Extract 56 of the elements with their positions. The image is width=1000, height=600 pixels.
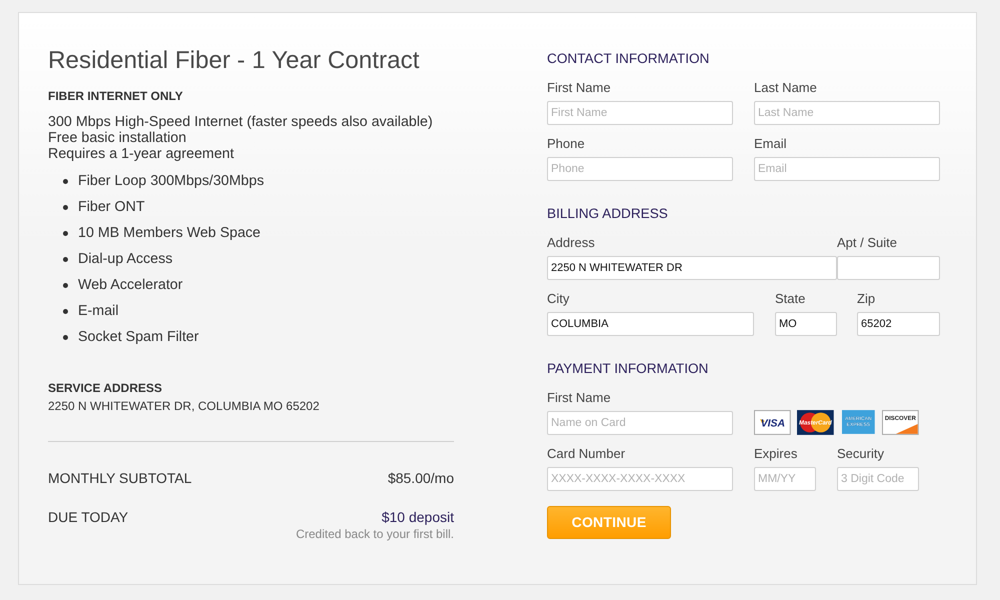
section-heading: CONTACT INFORMATION bbox=[547, 50, 710, 68]
field-label: Phone bbox=[547, 136, 586, 152]
input-field[interactable] bbox=[837, 256, 940, 280]
description-line: Requires a 1-year agreement bbox=[48, 146, 235, 162]
field-label: State bbox=[775, 291, 806, 307]
bullet-icon bbox=[63, 282, 68, 288]
bullet-icon bbox=[63, 178, 68, 184]
input-field[interactable]: Last Name bbox=[754, 101, 940, 125]
description-line: Free basic installation bbox=[48, 130, 188, 146]
field-label: Expires bbox=[754, 446, 798, 462]
field-label: First Name bbox=[547, 80, 612, 96]
field-label: Security bbox=[837, 446, 885, 462]
feature-text: Fiber ONT bbox=[78, 199, 145, 215]
field-label: Zip bbox=[857, 291, 876, 307]
field-label: Email bbox=[754, 136, 788, 152]
total-label: MONTHLY SUBTOTAL bbox=[48, 469, 192, 487]
description-line: 300 Mbps High-Speed Internet (faster speeds also available) bbox=[48, 114, 434, 130]
input-field[interactable]: First Name bbox=[547, 101, 733, 125]
field-label: First Name bbox=[547, 390, 612, 406]
feature-text: Dial-up Access bbox=[78, 251, 173, 267]
input-field[interactable]: Phone bbox=[547, 157, 733, 181]
plan-type-heading: FIBER INTERNET ONLY bbox=[48, 88, 184, 104]
bullet-icon bbox=[63, 230, 68, 236]
input-field[interactable]: MO bbox=[775, 312, 837, 336]
bullet-icon bbox=[63, 204, 68, 210]
service-address-label: SERVICE ADDRESS bbox=[48, 380, 164, 396]
field-label: Card Number bbox=[547, 446, 626, 462]
bullet-icon bbox=[63, 334, 68, 340]
field-label: City bbox=[547, 291, 570, 307]
input-field[interactable]: 65202 bbox=[857, 312, 940, 336]
plan-title: Residential Fiber - 1 Year Contract bbox=[48, 46, 420, 76]
visa-card-icon: VISA bbox=[754, 410, 791, 435]
input-field[interactable]: Name on Card bbox=[547, 411, 733, 435]
input-field[interactable]: MM/YY bbox=[754, 467, 816, 491]
input-field[interactable]: XXXX-XXXX-XXXX-XXXX bbox=[547, 467, 733, 491]
total-label: DUE TODAY bbox=[48, 508, 128, 526]
total-amount: $10 deposit bbox=[382, 508, 454, 526]
service-address-text: 2250 N WHITEWATER DR, COLUMBIA MO 65202 bbox=[48, 398, 320, 414]
total-amount: $85.00/mo bbox=[388, 469, 454, 487]
feature-text: 10 MB Members Web Space bbox=[78, 225, 260, 241]
feature-text: E-mail bbox=[78, 303, 119, 319]
bullet-icon bbox=[63, 308, 68, 314]
feature-text: Web Accelerator bbox=[78, 277, 183, 293]
total-note: Credited back to your first bill. bbox=[296, 526, 454, 542]
section-heading: PAYMENT INFORMATION bbox=[547, 360, 710, 378]
input-field[interactable]: 2250 N WHITEWATER DR bbox=[547, 256, 837, 280]
input-field[interactable]: COLUMBIA bbox=[547, 312, 754, 336]
input-field[interactable]: Email bbox=[754, 157, 940, 181]
feature-text: Socket Spam Filter bbox=[78, 329, 199, 345]
field-label: Address bbox=[547, 235, 596, 251]
section-heading: BILLING ADDRESS bbox=[547, 205, 669, 223]
bullet-icon bbox=[63, 256, 68, 262]
feature-text: Fiber Loop 300Mbps/30Mbps bbox=[78, 173, 264, 189]
field-label: Last Name bbox=[754, 80, 818, 96]
input-field[interactable]: 3 Digit Code bbox=[837, 467, 919, 491]
field-label: Apt / Suite bbox=[837, 235, 898, 251]
